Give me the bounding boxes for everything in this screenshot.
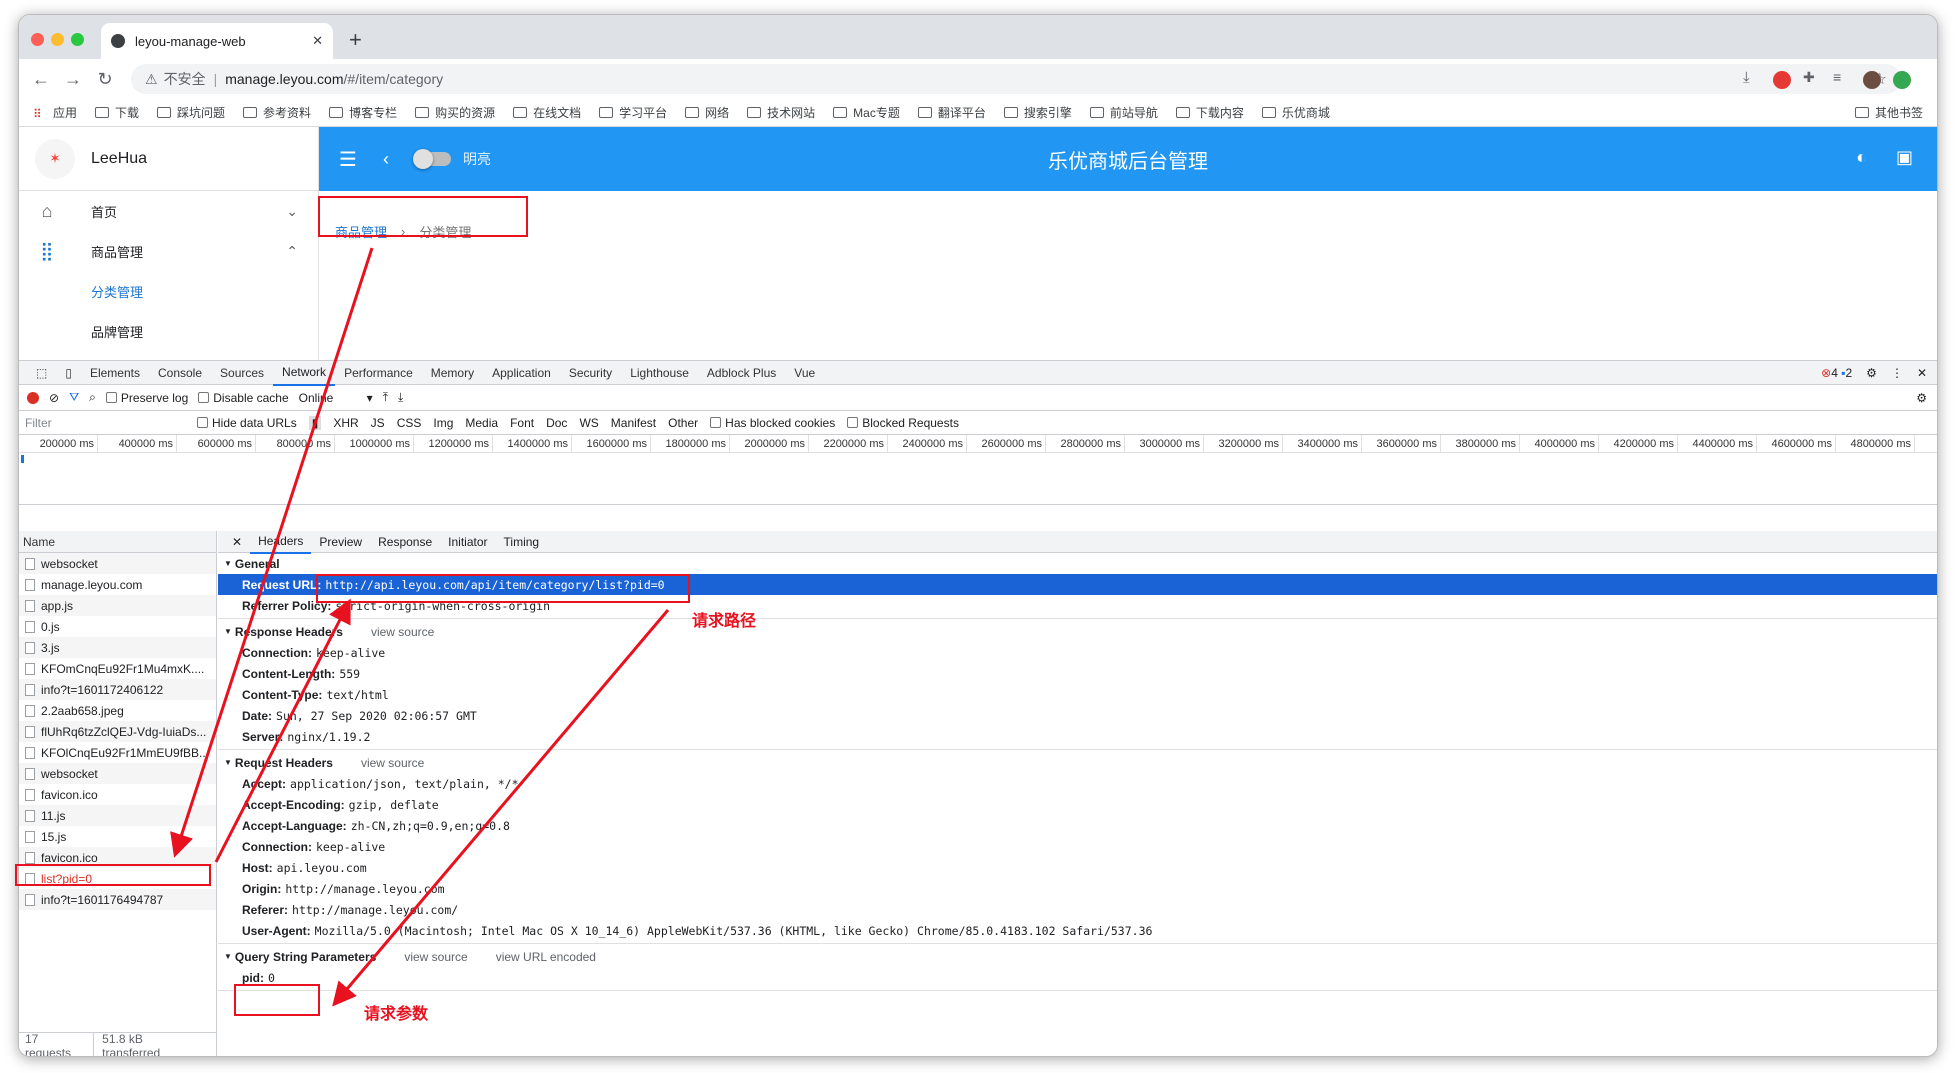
arrow-breadcrumb-to-request (170, 247, 374, 858)
arrow-url-to-param (332, 609, 670, 1007)
annotation-arrows (170, 247, 670, 1007)
arrow-request-to-url (214, 598, 351, 863)
